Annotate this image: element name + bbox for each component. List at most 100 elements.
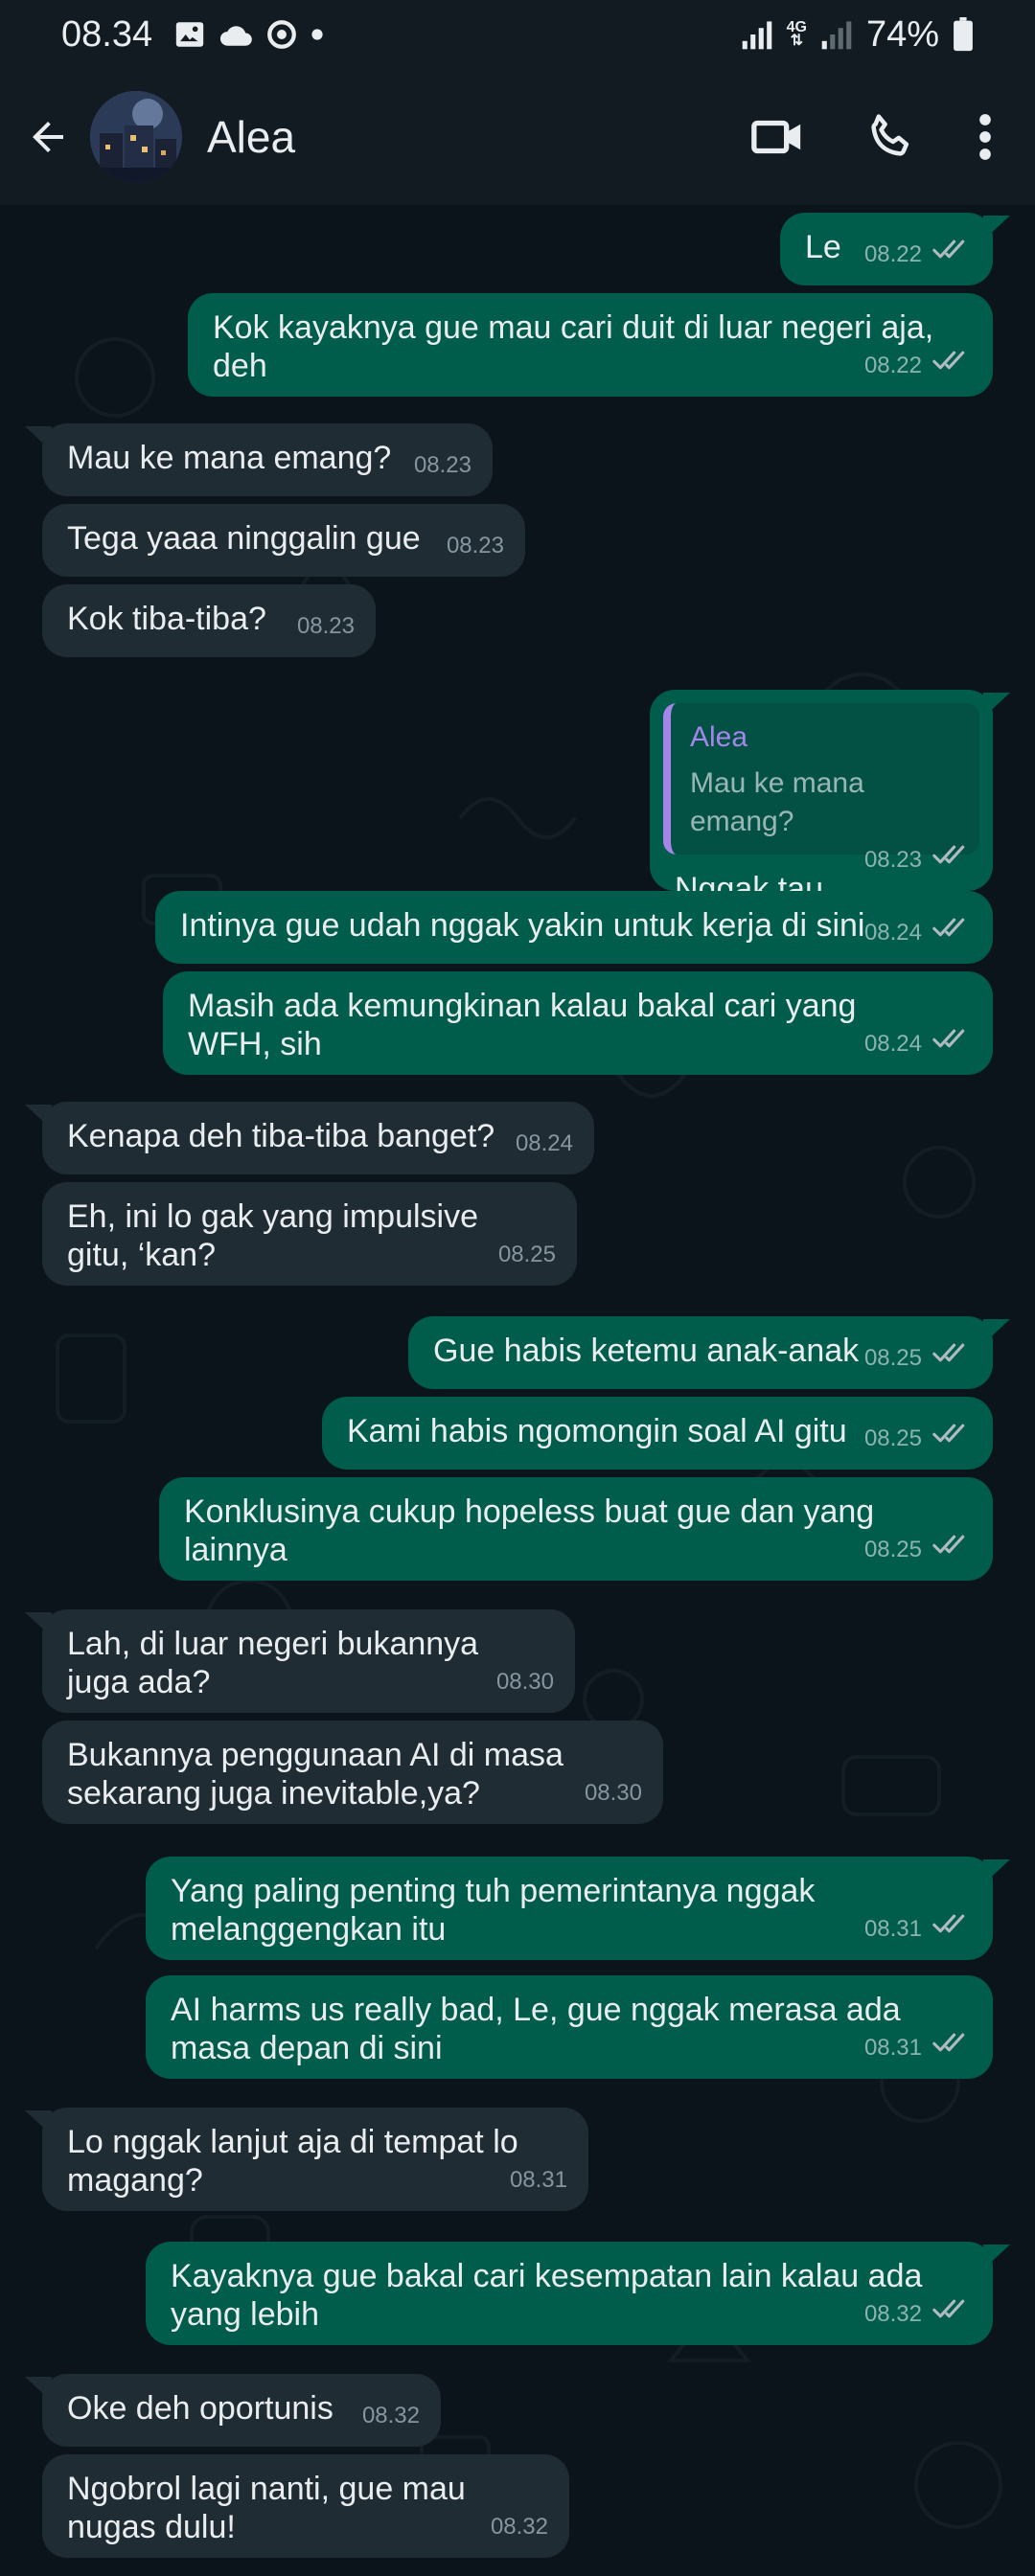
message-text: Eh, ini lo gak yang impulsive gitu, ‘kan… [67,1198,479,1273]
message-time: 08.24 [863,1031,922,1057]
outgoing-message[interactable]: AI harms us really bad, Le, gue nggak me… [146,1975,993,2079]
phone-icon[interactable] [864,111,916,163]
outgoing-message[interactable]: Masih ada kemungkinan kalau bakal cari y… [163,971,993,1075]
message-time: 08.32 [863,2301,922,2327]
sync-circle-icon [267,20,296,49]
signal-icon [742,21,771,50]
message-meta: 08.31 [864,2029,972,2067]
outgoing-message[interactable]: Intinya gue udah nggak yakin untuk kerja… [155,891,993,964]
status-bar: 08.34 4G ⇅ 74% [0,0,1035,69]
incoming-message[interactable]: Kok tiba-tiba? 08.23 [42,584,376,657]
message-time: 08.31 [509,2167,567,2193]
dot-icon [311,29,323,40]
quoted-message[interactable]: Alea Mau ke mana emang? [663,703,979,855]
message-meta: 08.25 [864,1420,972,1458]
incoming-message[interactable]: Mau ke mana emang? 08.23 [25,423,493,496]
message-text: Kenapa deh tiba-tiba banget? [67,1118,495,1154]
contact-name[interactable]: Alea [207,111,295,163]
message-time: 08.23 [446,533,504,559]
message-time: 08.32 [490,2514,548,2540]
quoted-text: Mau ke mana emang? [690,767,864,837]
header-actions [749,109,1016,165]
read-receipt [932,2295,972,2334]
outgoing-message[interactable]: Alea Mau ke mana emang? Nggak tau 08.23 [650,690,1010,907]
message-text: Mau ke mana emang? [67,440,392,476]
message-time: 08.30 [584,1780,642,1806]
double-check-icon [932,1914,965,1933]
message-meta: 08.25 [498,1236,556,1274]
network-type: 4G ⇅ [787,20,807,49]
message-meta: 08.24 [516,1125,573,1163]
message-text: Ngobrol lagi nanti, gue mau nugas dulu! [67,2471,466,2545]
incoming-message[interactable]: Kenapa deh tiba-tiba banget? 08.24 [25,1102,594,1174]
read-receipt [932,1025,972,1063]
message-meta: 08.32 [491,2508,548,2546]
message-text: Lo nggak lanjut aja di tempat lo magang? [67,2124,518,2199]
incoming-message[interactable]: Ngobrol lagi nanti, gue mau nugas dulu! 0… [42,2454,569,2558]
message-meta: 08.31 [510,2161,567,2200]
message-meta: 08.23 [864,841,972,879]
message-time: 08.24 [515,1130,573,1156]
bubble-tail [25,423,52,462]
double-check-icon [932,1343,965,1362]
back-button[interactable] [19,108,77,166]
outgoing-message[interactable]: Kami habis ngomongin soal AI gitu 08.25 [322,1397,993,1470]
status-right: 4G ⇅ 74% [741,14,974,56]
outgoing-message[interactable]: Kok kayaknya gue mau cari duit di luar n… [188,293,993,397]
message-meta: 08.24 [864,914,972,952]
message-text: Yang paling penting tuh pemerintanya ngg… [171,1873,816,1948]
message-meta: 08.25 [864,1531,972,1569]
chat-area[interactable]: Le 08.22 Kok kayaknya gue mau cari duit di… [0,205,1035,2576]
message-time: 08.31 [863,1916,922,1942]
double-check-icon [932,845,965,864]
incoming-message[interactable]: Tega yaaa ninggalin gue 08.23 [42,504,525,577]
back-arrow-icon [33,122,63,152]
message-text: Konklusinya cukup hopeless buat gue dan … [184,1493,875,1568]
read-receipt [932,1531,972,1569]
message-time: 08.22 [863,353,922,378]
message-meta: 08.23 [297,607,355,646]
message-meta: 08.30 [585,1774,642,1812]
avatar[interactable] [90,91,182,183]
message-text: AI harms us really bad, Le, gue nggak me… [171,1992,901,2066]
incoming-message[interactable]: Oke deh oportunis 08.32 [25,2374,441,2447]
message-text: Kok kayaknya gue mau cari duit di luar n… [213,309,934,384]
outgoing-message[interactable]: Le 08.22 [780,213,1010,285]
incoming-message[interactable]: Lo nggak lanjut aja di tempat lo magang?… [25,2108,588,2211]
battery-percent: 74% [865,13,939,55]
double-check-icon [932,1029,965,1048]
battery-icon [954,17,973,52]
message-time: 08.25 [863,1425,922,1451]
outgoing-message[interactable]: Konklusinya cukup hopeless buat gue dan … [159,1477,993,1581]
outgoing-message[interactable]: Kayaknya gue bakal cari kesempatan lain … [146,2242,1010,2345]
message-text: Lah, di luar negeri bukannya juga ada? [67,1626,479,1700]
message-time: 08.25 [863,1537,922,1562]
double-check-icon [932,2299,965,2318]
message-time: 08.30 [495,1669,554,1695]
video-call-icon[interactable] [749,109,805,165]
message-time: 08.25 [863,1345,922,1371]
message-meta: 08.32 [362,2397,420,2435]
more-vert-icon[interactable] [976,111,995,163]
double-check-icon [932,239,965,259]
bubble-tail [25,1102,52,1140]
read-receipt [932,1339,972,1378]
bubble-tail [25,1609,52,1648]
double-check-icon [932,351,965,370]
incoming-message[interactable]: Bukannya penggunaan AI di masa sekarang … [42,1721,663,1824]
read-receipt [932,1910,972,1949]
message-meta: 08.22 [864,236,972,274]
message-time: 08.31 [863,2035,922,2061]
message-text: Masih ada kemungkinan kalau bakal cari y… [188,988,857,1062]
outgoing-message[interactable]: Yang paling penting tuh pemerintanya ngg… [146,1857,1010,1960]
read-receipt [932,236,972,274]
message-time: 08.25 [497,1242,556,1267]
incoming-message[interactable]: Eh, ini lo gak yang impulsive gitu, ‘kan… [42,1182,577,1286]
outgoing-message[interactable]: Gue habis ketemu anak-anak 08.25 [408,1316,1010,1389]
incoming-message[interactable]: Lah, di luar negeri bukannya juga ada? 08… [25,1609,575,1713]
message-time: 08.23 [863,847,922,873]
double-check-icon [932,2033,965,2052]
message-meta: 08.25 [864,1339,972,1378]
bubble-tail [983,690,1010,728]
double-check-icon [932,1535,965,1554]
